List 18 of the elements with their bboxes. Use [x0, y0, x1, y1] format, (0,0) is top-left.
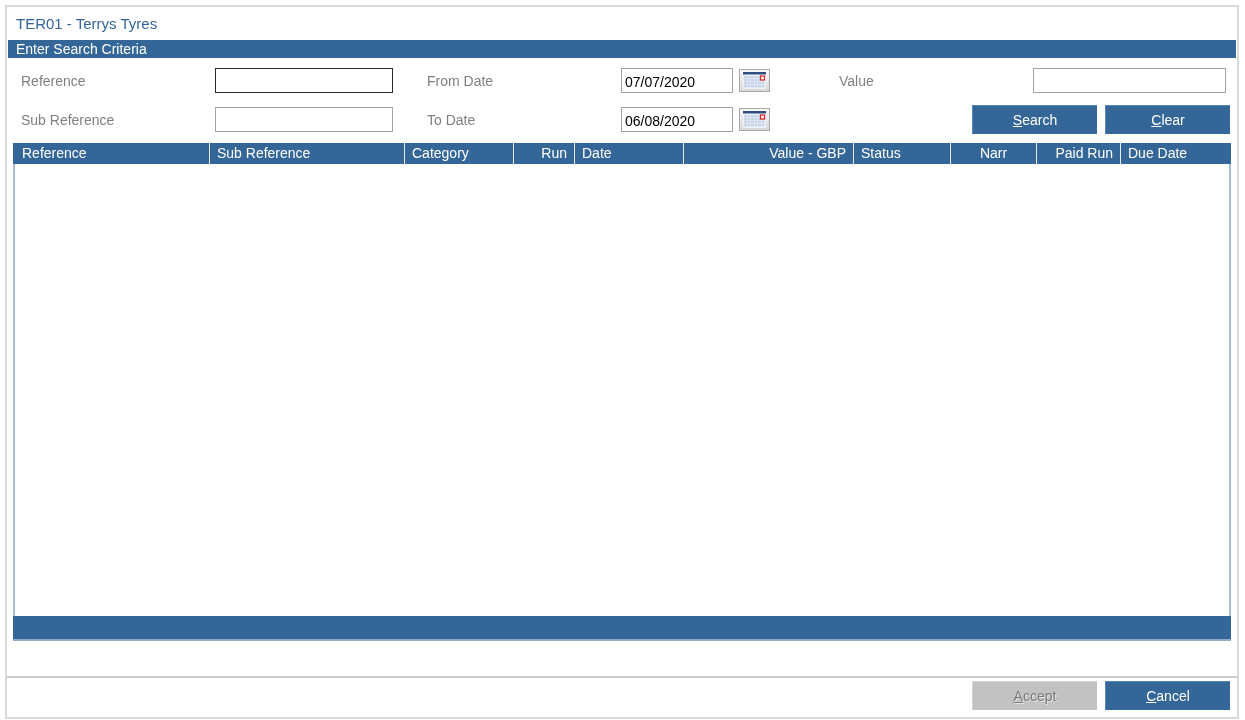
field-label: Sub Reference: [21, 111, 115, 128]
date-field[interactable]: 06/08/2020: [621, 107, 733, 132]
field-label: Value: [839, 72, 874, 89]
field-label: From Date: [427, 72, 494, 89]
text-field[interactable]: [215, 107, 393, 132]
window-title: TER01 - Terrys Tyres: [15, 14, 159, 34]
text-field[interactable]: [215, 68, 393, 93]
field-label: To Date: [427, 111, 476, 128]
action-button[interactable]: Clear: [1105, 105, 1230, 134]
action-button[interactable]: Search: [972, 105, 1097, 134]
text-field[interactable]: [1033, 68, 1226, 93]
calendar-icon[interactable]: [739, 69, 770, 92]
section-header: Enter Search Criteria: [8, 40, 1236, 58]
calendar-icon[interactable]: [739, 108, 770, 131]
date-field[interactable]: 07/07/2020: [621, 68, 733, 93]
column-header: Reference: [21, 144, 88, 163]
field-label: Reference: [21, 72, 86, 89]
action-button[interactable]: Cancel: [1105, 681, 1230, 710]
